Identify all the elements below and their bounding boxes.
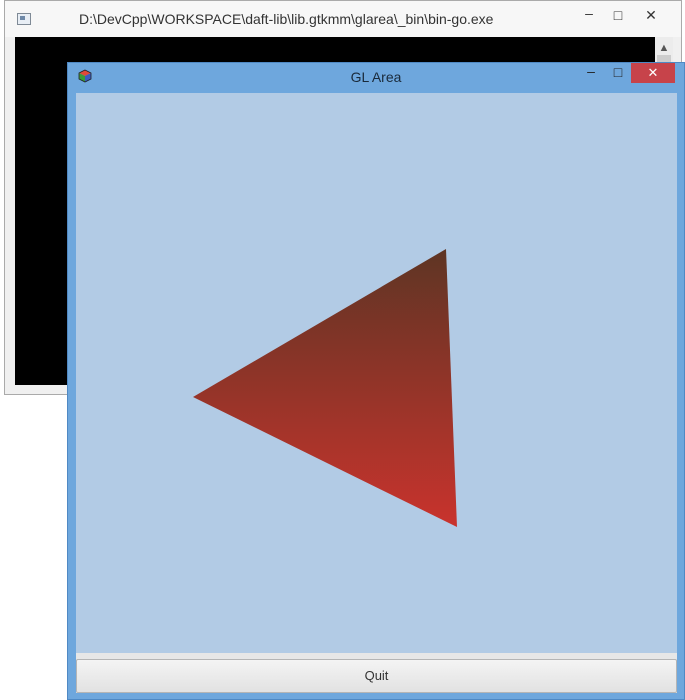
console-app-icon <box>17 13 31 25</box>
gl-maximize-button[interactable]: □ <box>606 64 630 80</box>
gl-minimize-button[interactable]: – <box>579 63 603 79</box>
console-window-title: D:\DevCpp\WORKSPACE\daft-lib\lib.gtkmm\g… <box>79 11 494 27</box>
console-minimize-button[interactable]: – <box>579 5 599 21</box>
rendered-triangle <box>193 249 457 527</box>
quit-button[interactable]: Quit <box>76 659 677 693</box>
console-close-button[interactable]: ✕ <box>641 7 661 24</box>
gl-drawing <box>193 249 457 527</box>
gl-title-bar[interactable]: GL Area – □ ✕ <box>68 63 684 91</box>
gl-area-window: GL Area – □ ✕ Quit <box>67 62 685 700</box>
gl-close-button[interactable]: ✕ <box>631 63 675 83</box>
console-title-bar[interactable]: D:\DevCpp\WORKSPACE\daft-lib\lib.gtkmm\g… <box>5 1 681 37</box>
console-maximize-button[interactable]: □ <box>608 7 628 23</box>
gl-canvas[interactable] <box>76 93 677 653</box>
gl-client-area: Quit <box>76 93 677 693</box>
